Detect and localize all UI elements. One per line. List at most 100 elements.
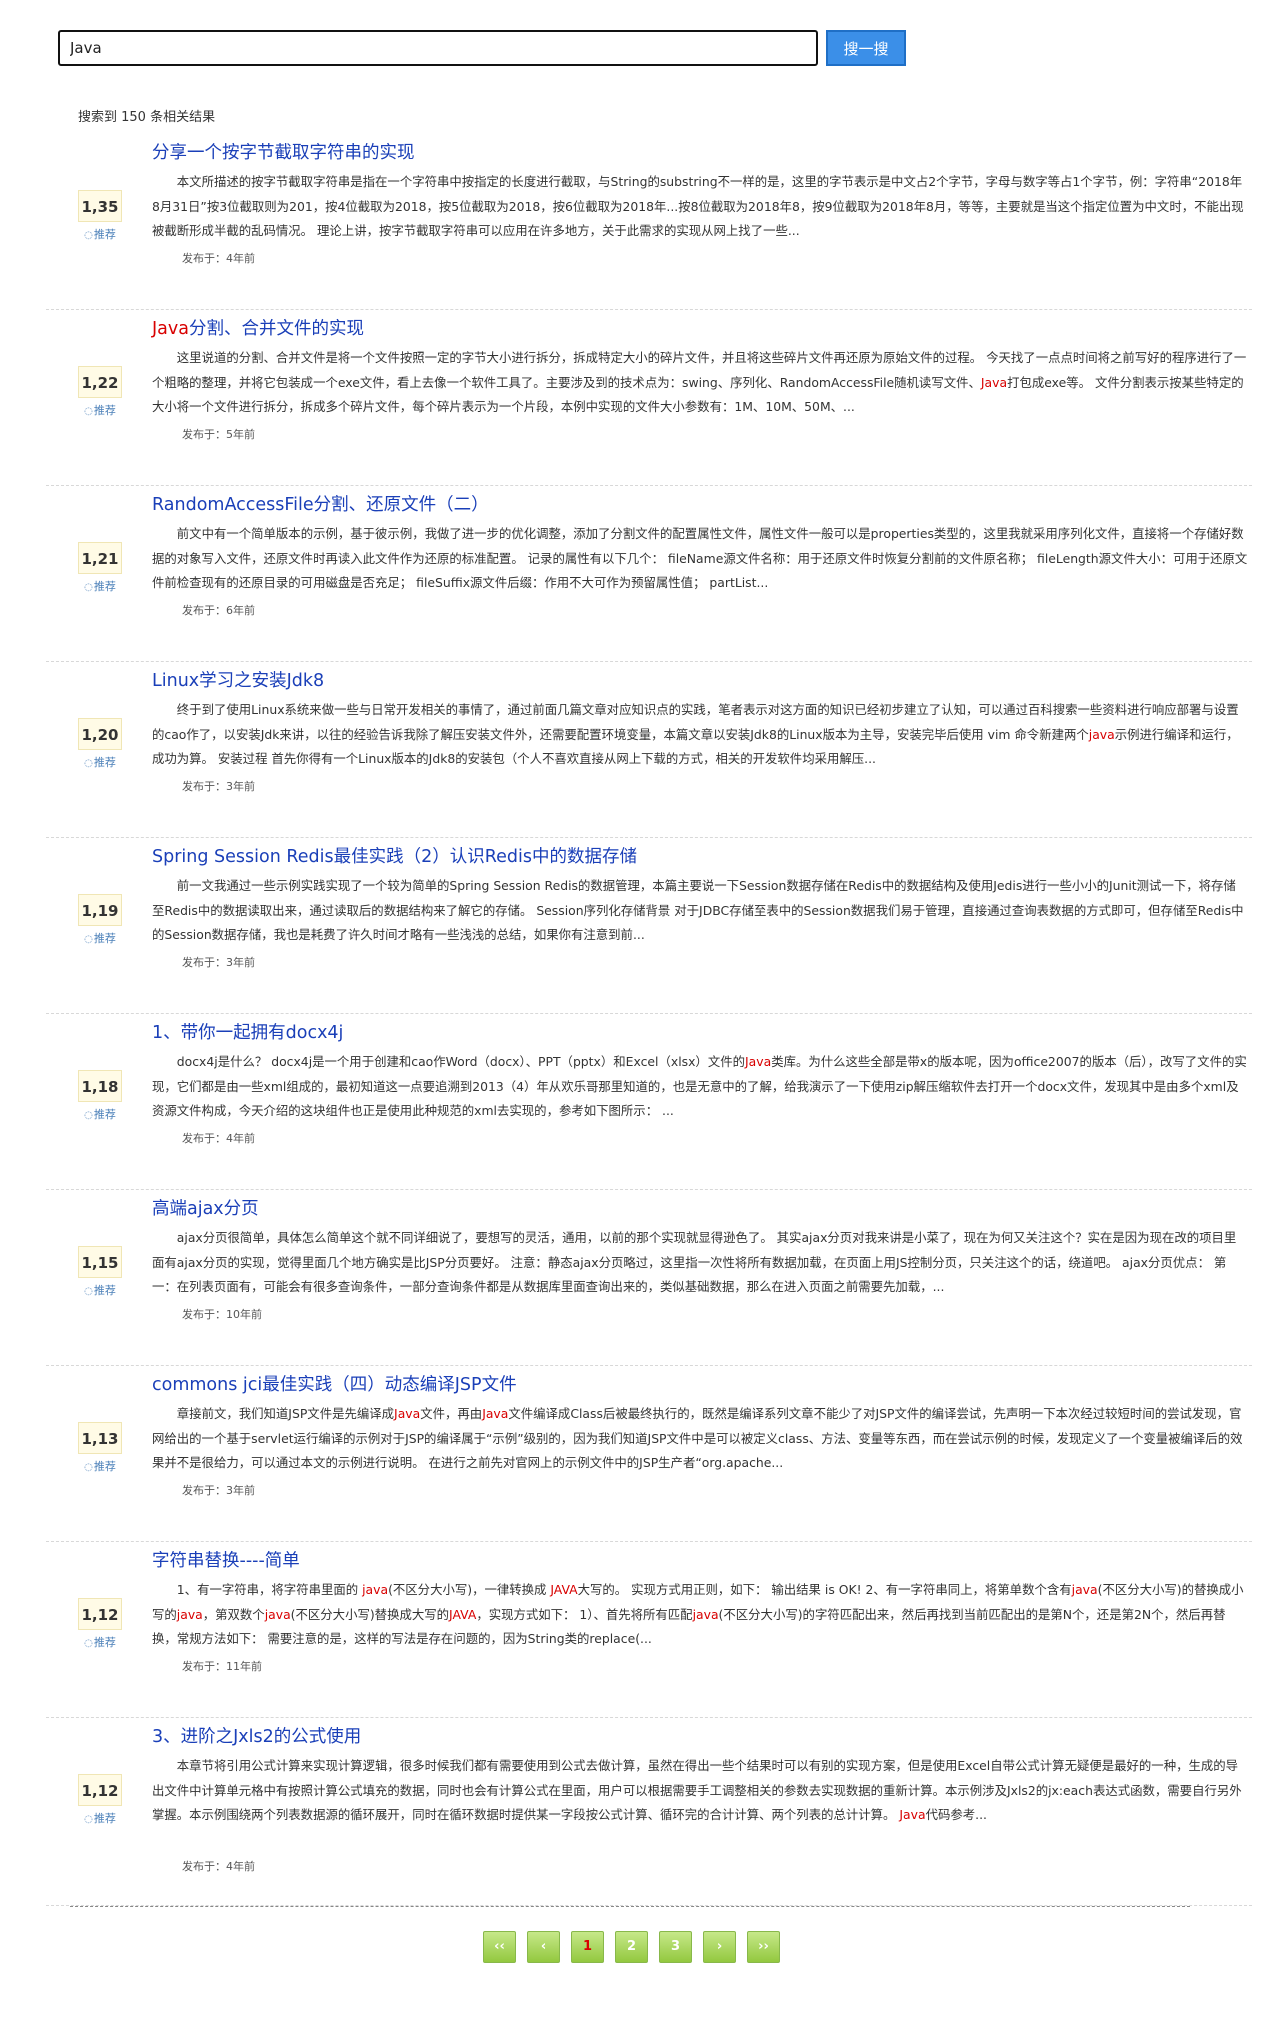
next-page-button[interactable]: › bbox=[703, 1931, 736, 1963]
vote-count: 1,35 bbox=[78, 190, 122, 222]
text-segment: Spring Session Redis最佳实践（2）认识Redis中的数据存储 bbox=[152, 847, 637, 867]
prev-page-button[interactable]: ‹ bbox=[527, 1931, 560, 1963]
text-segment: ajax分页很简单，具体怎么简单这个就不同详细说了，要想写的灵活，通用，以前的那… bbox=[152, 1230, 1237, 1294]
first-page-button[interactable]: ‹‹ bbox=[483, 1931, 516, 1963]
recommend-label: 推荐 bbox=[93, 228, 116, 241]
recommend-button[interactable]: ◌推荐 bbox=[78, 1634, 122, 1650]
recommend-label: 推荐 bbox=[93, 932, 116, 945]
last-page-button[interactable]: ›› bbox=[747, 1931, 780, 1963]
vote-count: 1,13 bbox=[78, 1422, 122, 1454]
result-title-link[interactable]: commons jci最佳实践（四）动态编译JSP文件 bbox=[152, 1371, 517, 1396]
result-snippet: 本文所描述的按字节截取字符串是指在一个字符串中按指定的长度进行截取，与Strin… bbox=[152, 170, 1248, 244]
text-segment: 字符串替换----简单 bbox=[152, 1551, 300, 1571]
recommend-button[interactable]: ◌推荐 bbox=[78, 1458, 122, 1474]
page-button[interactable]: 3 bbox=[659, 1931, 692, 1963]
result-title-link[interactable]: RandomAccessFile分割、还原文件（二） bbox=[152, 491, 489, 516]
result-title-link[interactable]: Spring Session Redis最佳实践（2）认识Redis中的数据存储 bbox=[152, 843, 637, 868]
result-item: 1,35 ◌推荐 分享一个按字节截取字符串的实现本文所描述的按字节截取字符串是指在一… bbox=[46, 134, 1252, 310]
search-button[interactable]: 搜一搜 bbox=[826, 30, 906, 66]
result-item: 1,12 ◌推荐 3、进阶之Jxls2的公式使用本章节将引用公式计算来实现计算逻辑，… bbox=[46, 1718, 1252, 1906]
recommend-button[interactable]: ◌推荐 bbox=[78, 930, 122, 946]
text-segment: 大写的。 实现方式用正则，如下： 输出结果 is OK! 2、有一字符串同上，将… bbox=[577, 1582, 1072, 1597]
publish-time: 发布于：3年前 bbox=[182, 954, 255, 970]
publish-time: 发布于：5年前 bbox=[182, 426, 255, 442]
publish-time-value: 3年前 bbox=[226, 780, 255, 793]
recommend-label: 推荐 bbox=[93, 580, 116, 593]
result-title-link[interactable]: 字符串替换----简单 bbox=[152, 1547, 300, 1572]
highlight-keyword: Java bbox=[394, 1406, 421, 1421]
highlight-keyword: Java bbox=[152, 319, 189, 339]
result-title-link[interactable]: 1、带你一起拥有docx4j bbox=[152, 1019, 343, 1044]
result-title-link[interactable]: Linux学习之安装Jdk8 bbox=[152, 667, 324, 692]
publish-time: 发布于：10年前 bbox=[182, 1306, 262, 1322]
publish-time: 发布于：3年前 bbox=[182, 778, 255, 794]
publish-label: 发布于： bbox=[182, 780, 226, 793]
result-item: 1,20 ◌推荐 Linux学习之安装Jdk8 终于到了使用Linux系统来做一些与日… bbox=[46, 662, 1252, 838]
result-item: 1,19 ◌推荐 Spring Session Redis最佳实践（2）认识Redi… bbox=[46, 838, 1252, 1014]
pagination: ‹‹ ‹ 1 2 3 › ›› bbox=[483, 1931, 780, 1963]
highlight-keyword: JAVA bbox=[550, 1582, 578, 1597]
publish-time: 发布于：4年前 bbox=[182, 250, 255, 266]
text-segment: 分割、合并文件的实现 bbox=[188, 319, 364, 339]
publish-label: 发布于： bbox=[182, 956, 226, 969]
text-segment: 本章节将引用公式计算来实现计算逻辑，很多时候我们都有需要使用到公式去做计算，虽然… bbox=[152, 1758, 1242, 1822]
vote-box: 1,13 ◌推荐 bbox=[78, 1422, 122, 1474]
recommend-button[interactable]: ◌推荐 bbox=[78, 1106, 122, 1122]
text-segment: 1、有一字符串，将字符串里面的 bbox=[176, 1582, 363, 1597]
recommend-button[interactable]: ◌推荐 bbox=[78, 402, 122, 418]
thumb-up-icon: ◌ bbox=[84, 934, 93, 945]
current-page-button[interactable]: 1 bbox=[571, 1931, 604, 1963]
highlight-keyword: Java bbox=[899, 1807, 926, 1822]
publish-label: 发布于： bbox=[182, 1660, 226, 1673]
page-button[interactable]: 2 bbox=[615, 1931, 648, 1963]
vote-box: 1,12 ◌推荐 bbox=[78, 1774, 122, 1826]
search-input[interactable] bbox=[58, 30, 818, 66]
publish-time-value: 3年前 bbox=[226, 956, 255, 969]
publish-time-value: 5年前 bbox=[226, 428, 255, 441]
publish-label: 发布于： bbox=[182, 252, 226, 265]
recommend-button[interactable]: ◌推荐 bbox=[78, 578, 122, 594]
text-segment: 分享一个按字节截取字符串的实现 bbox=[152, 143, 415, 163]
text-segment: RandomAccessFile分割、还原文件（二） bbox=[152, 495, 489, 515]
result-snippet: docx4j是什么？ docx4j是一个用于创建和cao作Word（docx）、… bbox=[152, 1050, 1248, 1124]
publish-label: 发布于： bbox=[182, 428, 226, 441]
publish-time: 发布于：4年前 bbox=[182, 1858, 255, 1874]
vote-count: 1,15 bbox=[78, 1246, 122, 1278]
result-title-link[interactable]: 高端ajax分页 bbox=[152, 1195, 259, 1220]
text-segment: Linux学习之安装Jdk8 bbox=[152, 671, 325, 691]
recommend-label: 推荐 bbox=[93, 756, 116, 769]
highlight-keyword: java bbox=[264, 1606, 291, 1622]
result-snippet: 1、有一字符串，将字符串里面的 java(不区分大小写)，一律转换成 JAVA大… bbox=[152, 1578, 1248, 1652]
vote-count: 1,18 bbox=[78, 1070, 122, 1102]
thumb-up-icon: ◌ bbox=[84, 1462, 93, 1473]
vote-box: 1,12 ◌推荐 bbox=[78, 1598, 122, 1650]
highlight-keyword: JAVA bbox=[449, 1606, 477, 1622]
result-count: 搜索到 150 条相关结果 bbox=[78, 110, 216, 125]
text-segment: 1、带你一起拥有docx4j bbox=[152, 1023, 344, 1043]
recommend-button[interactable]: ◌推荐 bbox=[78, 226, 122, 242]
recommend-button[interactable]: ◌推荐 bbox=[78, 1810, 122, 1826]
result-item: 1,22 ◌推荐 Java分割、合并文件的实现 这里说道的分割、合并文件是将一个文件按… bbox=[46, 310, 1252, 486]
highlight-keyword: Java bbox=[745, 1054, 772, 1069]
text-segment: 前一文我通过一些示例实践实现了一个较为简单的Spring Session Red… bbox=[152, 878, 1244, 942]
text-segment: (不区分大小写)替换成大写的 bbox=[290, 1606, 450, 1622]
recommend-label: 推荐 bbox=[93, 1284, 116, 1297]
thumb-up-icon: ◌ bbox=[84, 406, 93, 417]
result-title-link[interactable]: Java分割、合并文件的实现 bbox=[152, 315, 364, 340]
thumb-up-icon: ◌ bbox=[84, 582, 93, 593]
recommend-button[interactable]: ◌推荐 bbox=[78, 1282, 122, 1298]
vote-count: 1,21 bbox=[78, 542, 122, 574]
text-segment: 章接前文，我们知道JSP文件是先编译成 bbox=[176, 1406, 395, 1421]
publish-time-value: 4年前 bbox=[226, 252, 255, 265]
publish-time-value: 3年前 bbox=[226, 1484, 255, 1497]
result-title-link[interactable]: 3、进阶之Jxls2的公式使用 bbox=[152, 1723, 361, 1748]
thumb-up-icon: ◌ bbox=[84, 230, 93, 241]
publish-time-value: 10年前 bbox=[226, 1308, 262, 1321]
result-title-link[interactable]: 分享一个按字节截取字符串的实现 bbox=[152, 139, 415, 164]
recommend-button[interactable]: ◌推荐 bbox=[78, 754, 122, 770]
publish-time: 发布于：11年前 bbox=[182, 1658, 262, 1674]
vote-box: 1,19 ◌推荐 bbox=[78, 894, 122, 946]
thumb-up-icon: ◌ bbox=[84, 1110, 93, 1121]
vote-box: 1,15 ◌推荐 bbox=[78, 1246, 122, 1298]
text-segment: docx4j是什么？ docx4j是一个用于创建和cao作Word（docx）、… bbox=[176, 1054, 745, 1069]
